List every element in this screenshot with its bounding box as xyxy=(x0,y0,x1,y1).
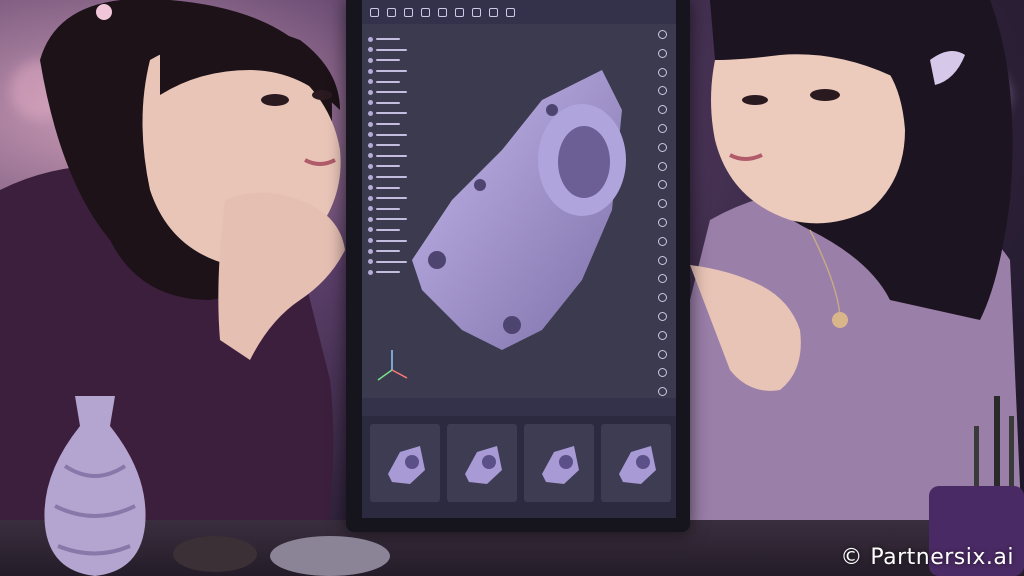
redo-icon[interactable] xyxy=(438,7,447,17)
move-icon[interactable] xyxy=(472,7,481,17)
desk-parts xyxy=(173,536,390,576)
settings-icon[interactable] xyxy=(489,7,498,17)
cad-toolbar xyxy=(362,0,676,24)
viewport-status-bar xyxy=(362,398,676,416)
thumbnail-strip xyxy=(362,416,676,518)
photo-scene: © Partnersix.ai xyxy=(0,0,1024,576)
file-icon[interactable] xyxy=(387,7,396,17)
bracket-thumb[interactable] xyxy=(370,424,440,502)
undo-icon[interactable] xyxy=(421,7,430,17)
housing-thumb[interactable] xyxy=(447,424,517,502)
3d-printed-vase xyxy=(44,396,146,576)
watermark: © Partnersix.ai xyxy=(840,545,1014,570)
cad-screen xyxy=(362,0,676,518)
axis-gizmo xyxy=(377,350,408,381)
search-icon[interactable] xyxy=(506,7,515,17)
select-icon[interactable] xyxy=(455,7,464,17)
valve-thumb[interactable] xyxy=(601,424,671,502)
cad-part-render xyxy=(377,70,626,381)
plate-thumb[interactable] xyxy=(524,424,594,502)
save-icon[interactable] xyxy=(404,7,413,17)
home-icon[interactable] xyxy=(370,7,379,17)
